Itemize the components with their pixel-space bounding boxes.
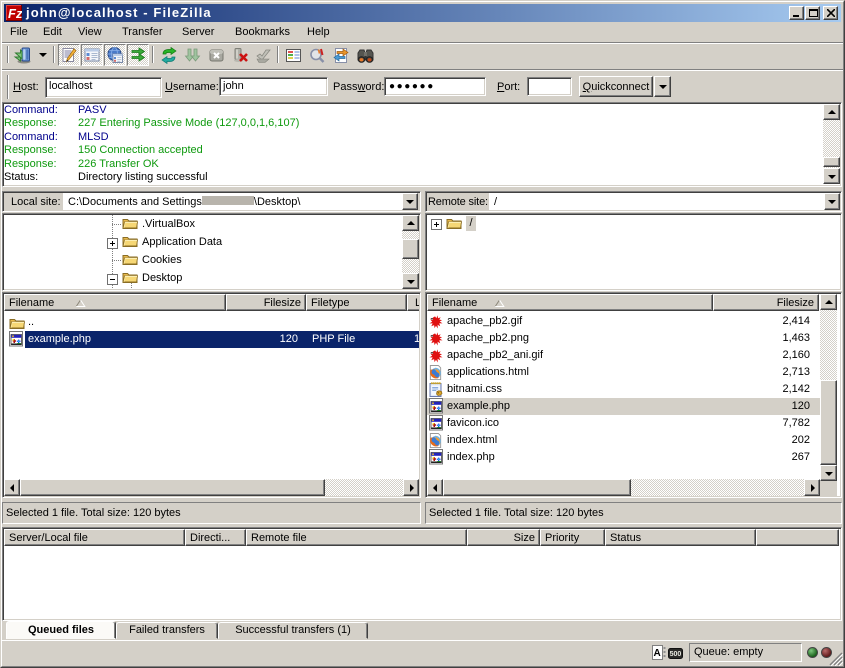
svg-text:500: 500 [670, 651, 682, 658]
svg-text:Fz: Fz [8, 6, 22, 21]
svg-text:A: A [654, 648, 661, 659]
